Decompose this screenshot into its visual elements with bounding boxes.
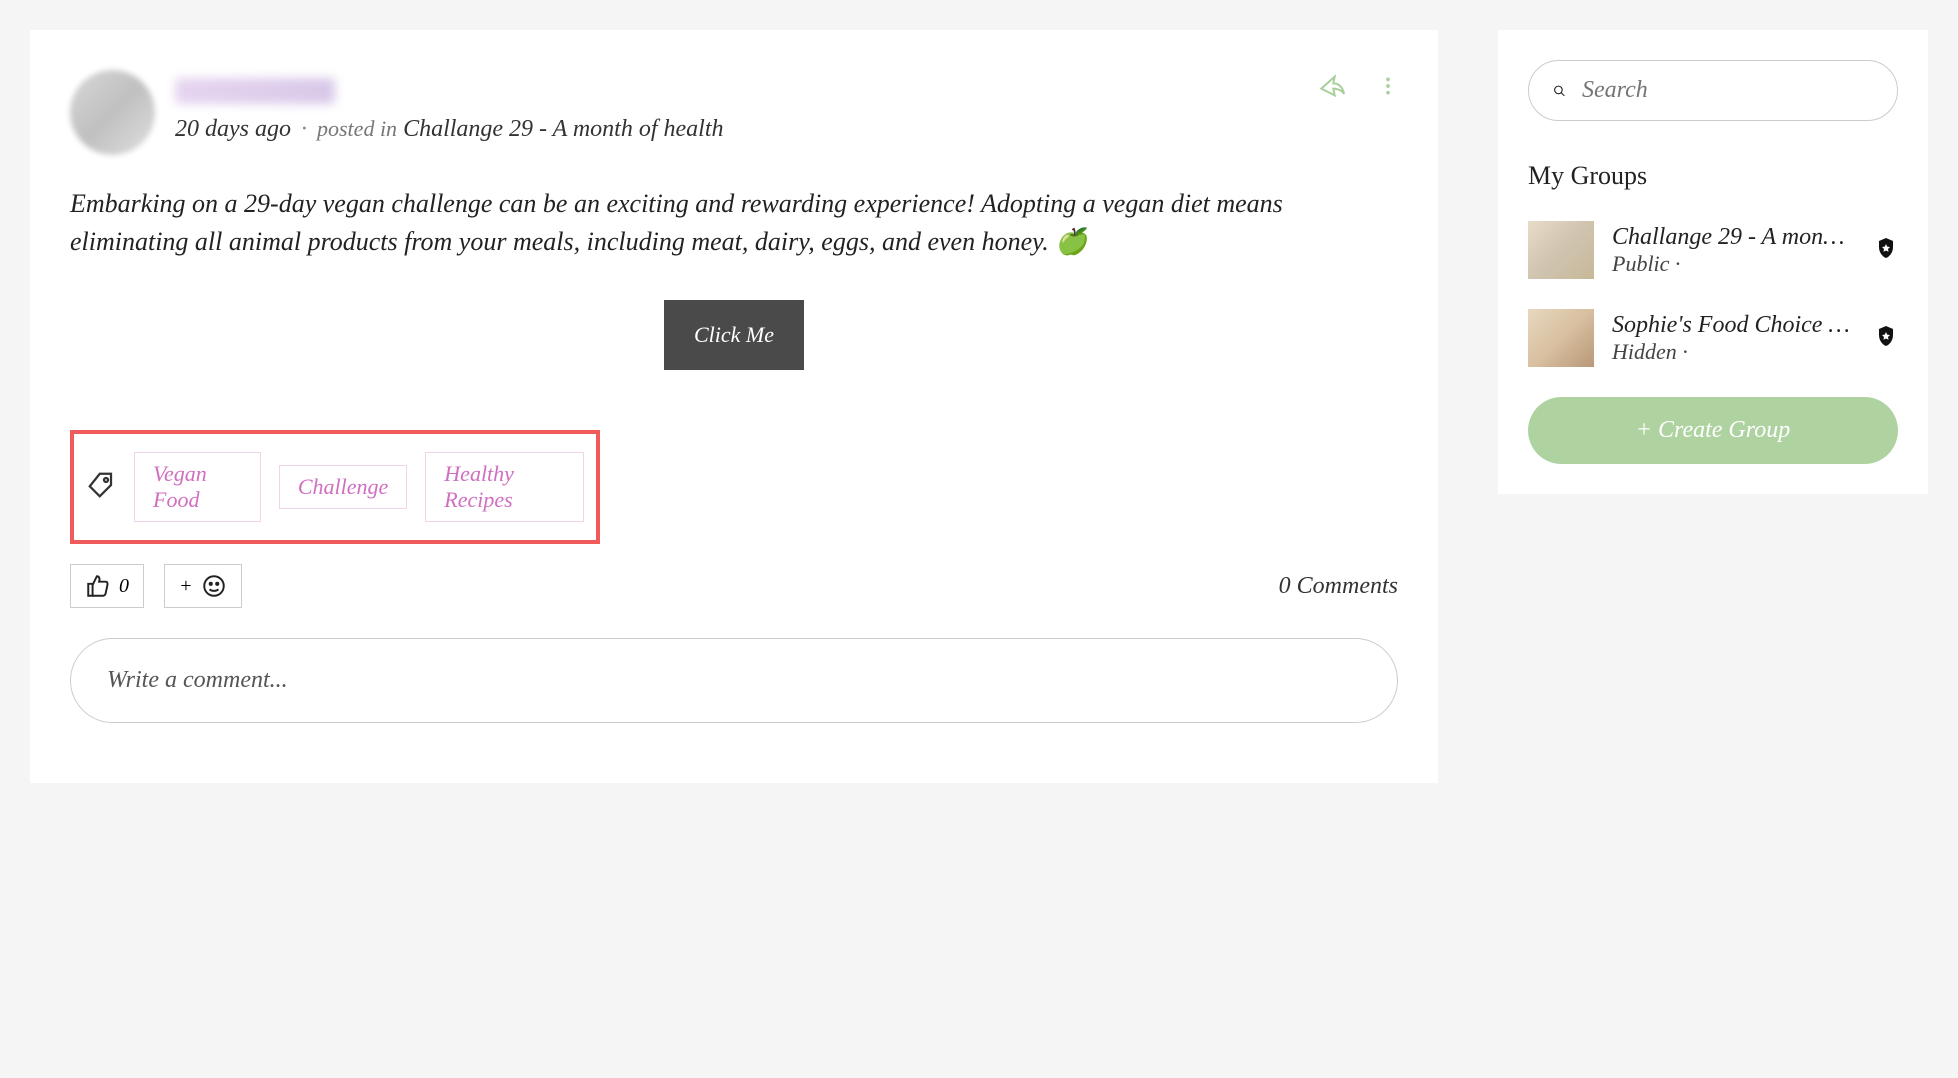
my-groups-title: My Groups (1528, 161, 1898, 191)
group-info: Sophie's Food Choice … Hidden · (1612, 312, 1856, 365)
post-meta: 20 days ago · posted in Challange 29 - A… (175, 70, 1296, 143)
username[interactable] (175, 78, 335, 104)
click-me-button[interactable]: Click Me (664, 300, 804, 370)
group-visibility: Public · (1612, 251, 1856, 277)
add-reaction-button[interactable]: + (164, 564, 242, 608)
post-time: 20 days ago (175, 116, 291, 142)
search-input[interactable] (1582, 77, 1873, 104)
group-item[interactable]: Challange 29 - A mon… Public · (1528, 221, 1898, 279)
admin-badge-icon (1874, 324, 1898, 353)
like-button[interactable]: 0 (70, 564, 144, 608)
posted-in-label: posted in (317, 116, 397, 141)
post-header: 20 days ago · posted in Challange 29 - A… (70, 70, 1398, 155)
group-name: Sophie's Food Choice … (1612, 312, 1856, 339)
sidebar: My Groups Challange 29 - A mon… Public ·… (1498, 30, 1928, 494)
tag-healthy-recipes[interactable]: Healthy Recipes (425, 452, 584, 522)
post-card: 20 days ago · posted in Challange 29 - A… (30, 30, 1438, 783)
group-link[interactable]: Challange 29 - A month of health (403, 116, 723, 142)
share-icon[interactable] (1316, 70, 1348, 107)
separator-dot: · (301, 116, 307, 142)
reaction-buttons: 0 + (70, 564, 242, 608)
admin-badge-icon (1874, 236, 1898, 265)
post-body: Embarking on a 29-day vegan challenge ca… (70, 185, 1398, 260)
comment-input[interactable] (70, 638, 1398, 723)
thumbs-up-icon (85, 573, 111, 599)
tag-icon (86, 470, 116, 505)
tag-challenge[interactable]: Challenge (279, 465, 407, 509)
more-icon[interactable] (1378, 76, 1398, 101)
search-icon (1553, 78, 1566, 104)
group-visibility: Hidden · (1612, 339, 1856, 365)
group-thumbnail (1528, 309, 1594, 367)
reactions-row: 0 + 0 Comments (70, 564, 1398, 608)
group-info: Challange 29 - A mon… Public · (1612, 224, 1856, 277)
plus-label: + (179, 575, 193, 598)
group-thumbnail (1528, 221, 1594, 279)
like-count: 0 (119, 575, 129, 598)
comment-count: 0 Comments (1279, 573, 1398, 600)
search-wrap[interactable] (1528, 60, 1898, 121)
meta-line: 20 days ago · posted in Challange 29 - A… (175, 116, 1296, 143)
tag-vegan-food[interactable]: Vegan Food (134, 452, 261, 522)
group-item[interactable]: Sophie's Food Choice … Hidden · (1528, 309, 1898, 367)
group-name: Challange 29 - A mon… (1612, 224, 1856, 251)
avatar[interactable] (70, 70, 155, 155)
header-actions (1316, 70, 1398, 107)
tags-row: Vegan Food Challenge Healthy Recipes (70, 430, 600, 544)
emoji-icon (201, 573, 227, 599)
create-group-button[interactable]: + Create Group (1528, 397, 1898, 464)
